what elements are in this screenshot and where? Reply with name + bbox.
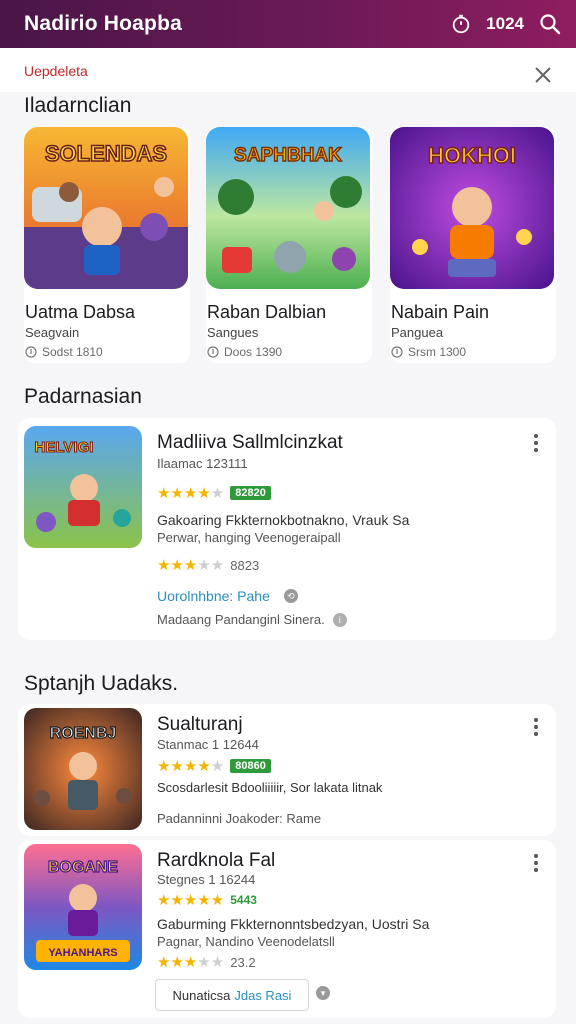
game-link[interactable]: Uorolnhbne: Pahe	[157, 588, 270, 604]
game-meta-text: Srsm 1300	[408, 345, 467, 359]
star-rating: ★★★★★	[157, 892, 225, 909]
game-list-card[interactable]: ROENBJ Sualturanj Stanmac 1 12644 ★★★★★ …	[18, 704, 556, 836]
footer-row: Padanninni Joakoder: Rame	[157, 811, 321, 826]
app-title: Nadirio Hoapba	[24, 12, 182, 35]
rating-count: 23.2	[230, 954, 256, 970]
more-options-icon[interactable]	[528, 716, 544, 738]
game-description: Gaburming Fkkternonntsbedzyan, Uostri Sa	[157, 916, 430, 932]
header-actions: 1024	[450, 12, 562, 36]
more-options-icon[interactable]	[528, 852, 544, 874]
game-meta: Doos 1390	[207, 345, 282, 359]
game-footer-text: Madaang Pandanginl Sinera.	[157, 612, 325, 627]
action-button[interactable]: Nunaticsa Jdas Rasi	[155, 979, 309, 1011]
close-icon[interactable]	[530, 62, 556, 88]
thumbnail-art-text: HOKHOI	[428, 143, 516, 168]
game-thumbnail[interactable]: SOLENDAS	[24, 127, 188, 289]
game-name: Uatma Dabsa	[25, 302, 136, 322]
game-meta: Sodst 1810	[25, 345, 103, 359]
search-icon[interactable]	[538, 12, 562, 36]
timer-icon[interactable]	[450, 13, 472, 35]
share-icon[interactable]: ⟲	[283, 589, 298, 603]
game-footer-text: Padanninni Joakoder: Rame	[157, 811, 322, 826]
star-rating: ★★★★★	[157, 485, 225, 502]
game-description: Gakoaring Fkkternokbotnakno, Vrauk Sa	[157, 512, 410, 528]
game-title: Sualturanj	[157, 714, 243, 735]
section-title-featured: Iladarnclian	[24, 94, 132, 117]
svg-text:BOGANE: BOGANE	[48, 859, 119, 876]
game-subtitle: Ilaamac 123111	[157, 456, 248, 471]
star-rating: ★★★★★	[157, 954, 225, 971]
game-name: Raban Dalbian	[207, 302, 327, 322]
game-genre: Sangues	[207, 325, 259, 340]
game-description-secondary: Pagnar, Nandino Veenodelatsll	[157, 934, 335, 949]
star-rating: ★★★★★	[157, 557, 225, 574]
rating-badge: 82820	[230, 486, 271, 500]
featured-card[interactable]: HOKHOI Nabain Pain Panguea Srsm 1300	[390, 127, 556, 363]
action-button-accent: Jdas Rasi	[234, 987, 292, 1003]
rating-count: 8823	[230, 557, 260, 573]
download-icon	[391, 346, 403, 358]
game-subtitle: Stegnes 1 16244	[157, 872, 256, 887]
action-button-label: Nunaticsa	[172, 987, 231, 1003]
game-thumbnail[interactable]: ROENBJ	[24, 708, 142, 830]
game-thumbnail[interactable]: HELVIGI	[24, 426, 142, 548]
footer-row: Madaang Pandanginl Sinera. i	[157, 612, 347, 627]
game-title: Rardknola Fal	[157, 850, 276, 871]
rating-row: ★★★★★ 82820	[157, 484, 271, 502]
game-title: Madliiva Sallmlcinzkat	[157, 432, 343, 453]
thumbnail-art-text: HELVIGI	[35, 439, 94, 456]
rating-row: ★★★★★ 80860	[157, 757, 271, 775]
thumbnail-art-text: YAHANHARS	[48, 947, 117, 959]
dropdown-icon[interactable]: ▾	[316, 986, 330, 1000]
game-genre: Seagvain	[25, 325, 80, 340]
download-icon	[207, 346, 219, 358]
sub-header-label[interactable]: Uepdeleta	[24, 63, 88, 79]
download-icon	[25, 346, 37, 358]
featured-card[interactable]: SAPHBHAK Raban Dalbian Sangues Doos 1390	[206, 127, 372, 363]
section-title-spotlight: Sptanjh Uadaks.	[24, 672, 179, 695]
game-meta: Srsm 1300	[391, 345, 466, 359]
game-thumbnail[interactable]: BOGANE YAHANHARS	[24, 844, 142, 970]
section-title-popular: Padarnasian	[24, 385, 142, 408]
rating-badge: 5443	[230, 893, 257, 907]
featured-card[interactable]: SOLENDAS Uatma Dabsa Seagvain Sodst 1810	[24, 127, 190, 363]
header-counter: 1024	[486, 14, 524, 33]
game-thumbnail[interactable]: HOKHOI	[390, 127, 554, 289]
star-rating: ★★★★★	[157, 758, 225, 775]
rating-row-secondary: ★★★★★ 23.2	[157, 953, 256, 971]
game-name: Nabain Pain	[391, 302, 490, 322]
link-row: Uorolnhbne: Pahe ⟲	[157, 588, 298, 604]
rating-badge: 80860	[230, 759, 271, 773]
app-header: Nadirio Hoapba 1024	[0, 0, 576, 48]
rating-row: ★★★★★ 5443	[157, 891, 257, 909]
thumbnail-art-text: SAPHBHAK	[234, 145, 342, 166]
thumbnail-art-text: SOLENDAS	[45, 141, 167, 166]
thumbnail-art-text: ROENBJ	[50, 725, 117, 742]
game-list-card[interactable]: HELVIGI Madliiva Sallmlcinzkat Ilaamac 1…	[18, 418, 556, 640]
game-description: Scosdarlesit Bdooliiiiir, Sor lakata lit…	[157, 780, 383, 795]
game-description-secondary: Perwar, hanging Veenogeraipall	[157, 530, 341, 545]
rating-row-secondary: ★★★★★ 8823	[157, 556, 259, 574]
game-meta-text: Sodst 1810	[42, 345, 103, 359]
more-options-icon[interactable]	[528, 432, 544, 454]
game-subtitle: Stanmac 1 12644	[157, 737, 259, 752]
game-meta-text: Doos 1390	[224, 345, 283, 359]
info-icon[interactable]: i	[332, 612, 347, 627]
game-thumbnail[interactable]: SAPHBHAK	[206, 127, 370, 289]
game-genre: Panguea	[391, 325, 444, 340]
